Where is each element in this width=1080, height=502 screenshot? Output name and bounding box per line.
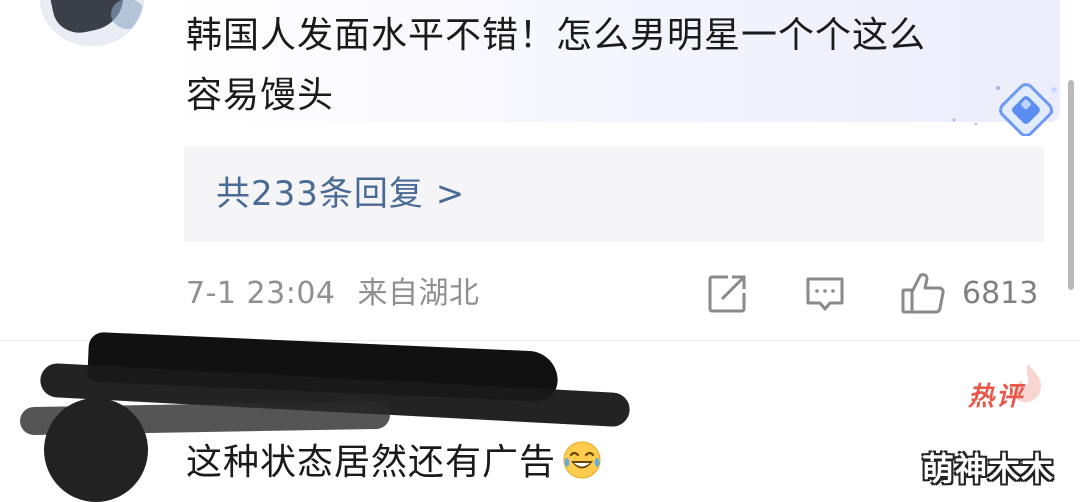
thumbs-up-icon[interactable]	[900, 270, 946, 316]
view-replies-button[interactable]: 共233条回复 >	[184, 146, 1044, 242]
comment-text-line: 韩国人发面水平不错！怎么男明星一个个这么	[186, 15, 927, 56]
comment-meta: 7-1 23:04 来自湖北	[186, 272, 480, 316]
hot-comment-badge: 热评	[968, 382, 1025, 412]
avatar[interactable]	[44, 398, 148, 502]
share-icon[interactable]	[706, 273, 748, 315]
location: 来自湖北	[357, 276, 480, 311]
comment-icon[interactable]	[804, 273, 846, 315]
comment-body: 这种状态居然还有广告	[186, 436, 602, 490]
comment-text-line: 容易馒头	[186, 75, 335, 116]
avatar[interactable]	[40, 0, 144, 46]
watermark: 萌神木木	[922, 450, 1055, 488]
avatar-detail	[111, 0, 143, 29]
scrollbar[interactable]	[1068, 80, 1074, 290]
replies-label: 共233条回复 >	[216, 174, 466, 214]
timestamp: 7-1 23:04	[186, 276, 336, 311]
like-count: 6813	[962, 276, 1039, 311]
comment-body: 韩国人发面水平不错！怎么男明星一个个这么 容易馒头	[186, 6, 1036, 126]
comment-thread: 韩国人发面水平不错！怎么男明星一个个这么 容易馒头 共233条回复 > 7-1 …	[0, 0, 1080, 502]
diamond-badge-icon	[952, 83, 1057, 136]
laughing-tears-emoji-icon	[563, 441, 601, 479]
comment-text: 这种状态居然还有广告	[186, 442, 557, 483]
